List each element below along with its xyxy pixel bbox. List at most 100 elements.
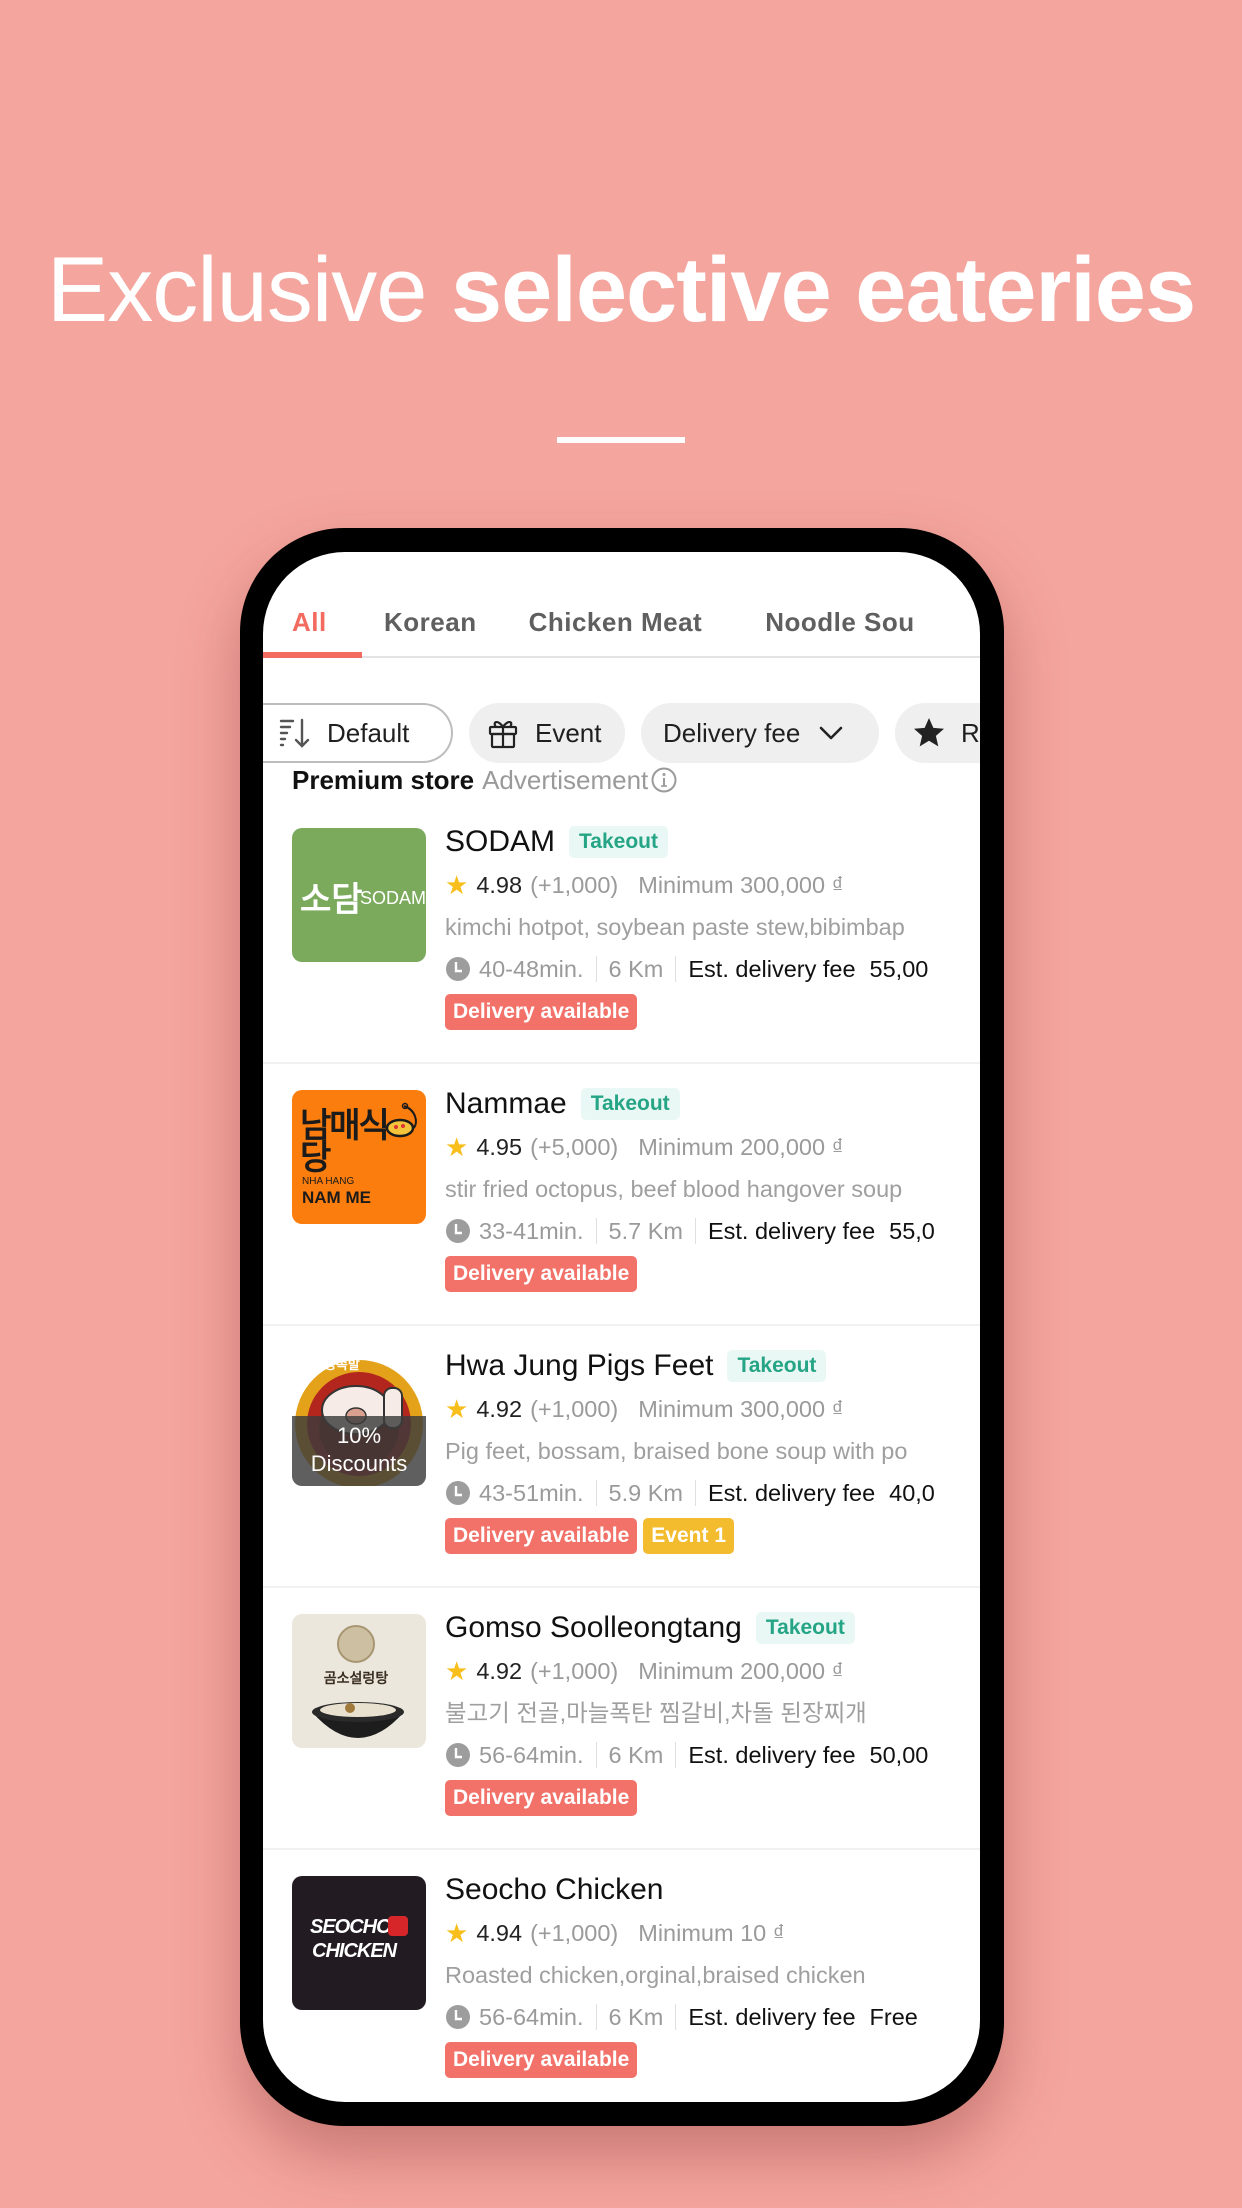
store-logo-sodam: 소담 SODAM: [292, 828, 426, 962]
rating-filter-button[interactable]: R: [895, 703, 980, 763]
delivery-fee-label: Est. delivery fee: [707, 1479, 876, 1506]
delivery-time: 40-48min.: [479, 955, 584, 982]
logo-line2: CHICKEN: [312, 1940, 397, 1962]
event-label: Event: [535, 717, 602, 748]
event-filter-button[interactable]: Event: [469, 703, 625, 763]
store-rating: 4.98: [476, 871, 523, 898]
store-name: Hwa Jung Pigs Feet: [445, 1349, 714, 1382]
tab-korean[interactable]: Korean: [384, 592, 477, 652]
store-card[interactable]: 곰소설렁탕 Gomso Soolleongtang Takeout ★ 4.92…: [263, 1588, 980, 1850]
rating-star-icon: ★: [445, 1393, 469, 1424]
headline-bold: selective eateries: [450, 239, 1196, 341]
delivery-fee-label: Est. delivery fee: [688, 1741, 856, 1768]
distance: 5.7 Km: [608, 1217, 683, 1244]
store-card[interactable]: 화정족발 10% Discounts Hwa Jung Pigs Feet Ta…: [263, 1326, 980, 1588]
delivery-fee-value: 40,0: [889, 1479, 935, 1506]
chicken-mark-icon: [388, 1916, 408, 1936]
separator: [694, 1480, 696, 1506]
delivery-time: 56-64min.: [479, 2003, 584, 2030]
separator: [675, 1742, 677, 1768]
separator: [595, 2004, 597, 2030]
star-icon: [911, 715, 947, 751]
premium-store-header: Premium store Advertisement: [292, 760, 678, 800]
info-icon[interactable]: [650, 766, 678, 794]
store-rating: 4.92: [476, 1395, 523, 1422]
delivery-available-tag: Delivery available: [445, 1256, 638, 1292]
store-description: Roasted chicken,orginal,braised chicken: [445, 1962, 866, 1988]
delivery-fee-dropdown[interactable]: Delivery fee: [641, 703, 879, 763]
store-description: Pig feet, bossam, braised bone soup with…: [445, 1438, 908, 1464]
gift-icon: [485, 715, 521, 751]
delivery-fee-label: Est. delivery fee: [688, 2003, 856, 2030]
bowl-icon: [385, 1102, 417, 1138]
store-info: Hwa Jung Pigs Feet Takeout ★ 4.92 (+1,00…: [445, 1346, 980, 1556]
store-card[interactable]: SEOCHO CHICKEN Seocho Chicken ★ 4.94 (+1…: [263, 1850, 980, 2102]
review-count: (+5,000): [530, 1133, 619, 1160]
headline-light: Exclusive: [46, 239, 428, 341]
store-info: Seocho Chicken ★ 4.94 (+1,000) Minimum 1…: [445, 1870, 980, 2080]
separator: [595, 956, 597, 982]
delivery-time: 43-51min.: [479, 1479, 584, 1506]
tab-all[interactable]: All: [292, 592, 362, 652]
separator: [694, 1218, 696, 1244]
tabs-divider: [263, 656, 980, 658]
store-info: SODAM Takeout ★ 4.98 (+1,000) Minimum 30…: [445, 822, 980, 1032]
category-tabs: All Korean Chicken Meat Noodle Sou: [263, 592, 980, 652]
event-tag: Event 1: [643, 1518, 734, 1554]
delivery-fee-label: Est. delivery fee: [688, 955, 856, 982]
advertisement-label: Advertisement: [482, 764, 649, 795]
store-card[interactable]: 남매식당 NHA HANG NAM ME Nammae Takeout ★ 4.…: [263, 1064, 980, 1326]
delivery-fee-value: 55,00: [869, 955, 929, 982]
takeout-badge: Takeout: [727, 1350, 827, 1382]
rating-star-icon: ★: [445, 1655, 469, 1686]
delivery-time: 56-64min.: [479, 1741, 584, 1768]
headline: Exclusive selective eateries: [0, 238, 1242, 343]
distance: 6 Km: [608, 955, 664, 982]
store-name: Gomso Soolleongtang: [445, 1611, 742, 1644]
store-card[interactable]: 소담 SODAM SODAM Takeout ★ 4.98 (+1,000) M…: [263, 802, 980, 1064]
active-tab-indicator: [263, 652, 362, 658]
clock-icon: [445, 2004, 471, 2030]
rating-star-icon: ★: [445, 1131, 469, 1162]
minimum-order: Minimum 200,000 ₫: [638, 1133, 844, 1160]
filter-chips: Default Event Delivery fee R: [263, 703, 980, 763]
tab-chicken-meat[interactable]: Chicken Meat: [529, 592, 703, 652]
store-logo-nammae: 남매식당 NHA HANG NAM ME: [292, 1090, 426, 1224]
distance: 6 Km: [608, 1741, 664, 1768]
clock-icon: [445, 1480, 471, 1506]
clock-icon: [445, 1742, 471, 1768]
delivery-fee-value: 50,00: [869, 1741, 929, 1768]
sort-label: Default: [327, 717, 410, 748]
store-description: kimchi hotpot, soybean paste stew,bibimb…: [445, 914, 905, 940]
store-description: 불고기 전골,마늘폭탄 찜갈비,차돌 된장찌개: [445, 1700, 867, 1726]
discount-label: Discounts: [310, 1451, 408, 1476]
minimum-order: Minimum 10 ₫: [638, 1919, 785, 1946]
store-rating: 4.95: [476, 1133, 523, 1160]
distance: 5.9 Km: [608, 1479, 683, 1506]
discount-percent: 10%: [336, 1423, 382, 1448]
logo-korean-text: 곰소설렁탕: [323, 1670, 389, 1686]
store-info: Gomso Soolleongtang Takeout ★ 4.92 (+1,0…: [445, 1608, 980, 1818]
discount-overlay: 10% Discounts: [292, 1416, 426, 1486]
delivery-fee-value: 55,0: [889, 1217, 935, 1244]
sort-descending-icon: [277, 715, 313, 751]
clock-icon: [445, 1218, 471, 1244]
delivery-fee-label: Est. delivery fee: [707, 1217, 876, 1244]
store-rating: 4.94: [476, 1919, 523, 1946]
delivery-time: 33-41min.: [479, 1217, 584, 1244]
store-name: Seocho Chicken: [445, 1873, 664, 1906]
separator: [675, 2004, 677, 2030]
minimum-order: Minimum 200,000 ₫: [638, 1657, 844, 1684]
minimum-order: Minimum 300,000 ₫: [638, 871, 844, 898]
tab-noodle-soup[interactable]: Noodle Sou: [765, 592, 914, 652]
store-description: stir fried octopus, beef blood hangover …: [445, 1176, 903, 1202]
logo-korean-text: 소담: [300, 881, 363, 919]
rating-filter-label: R: [961, 717, 980, 748]
delivery-available-tag: Delivery available: [445, 994, 638, 1030]
delivery-fee-label: Delivery fee: [663, 717, 801, 748]
logo-small-text: NHA HANG: [302, 1176, 355, 1187]
app-screen: All Korean Chicken Meat Noodle Sou Defau…: [263, 552, 980, 2102]
phone-frame: All Korean Chicken Meat Noodle Sou Defau…: [240, 528, 1004, 2126]
sort-default-button[interactable]: Default: [263, 703, 453, 763]
delivery-fee-value: Free: [869, 2003, 918, 2030]
